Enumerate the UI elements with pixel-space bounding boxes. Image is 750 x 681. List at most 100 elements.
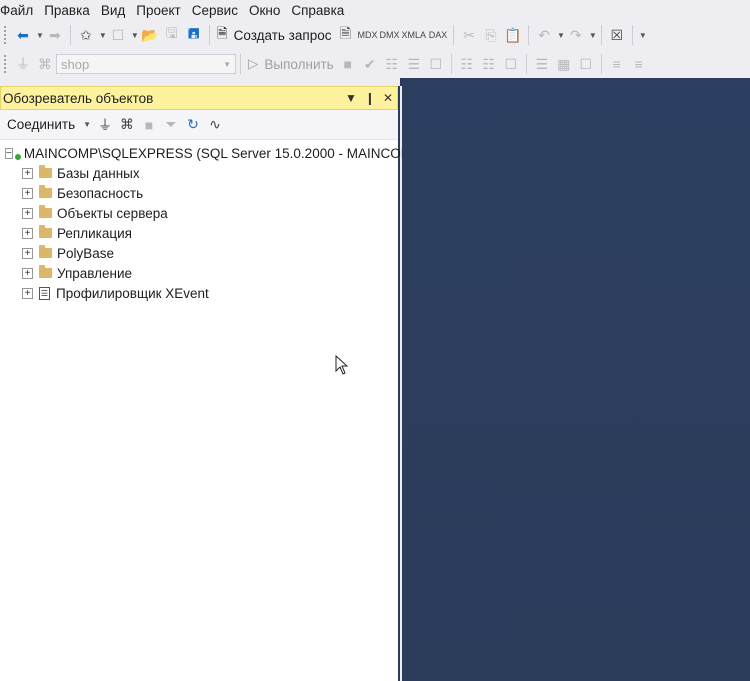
tree-item-server-objects[interactable]: + Объекты сервера [0,203,398,223]
expand-icon[interactable]: + [22,227,33,239]
dmx-query-icon[interactable]: DMX [379,24,399,46]
menu-edit[interactable]: Правка [44,3,99,18]
mouse-cursor-icon [335,355,349,375]
undo-icon[interactable]: ↶ [534,24,554,46]
menu-project[interactable]: Проект [136,3,189,18]
refresh-icon[interactable]: ↻ [183,114,203,136]
paste-icon[interactable]: 📋 [503,24,523,46]
tree-item-xevent-profiler[interactable]: + ☰ Профилировщик XEvent [0,283,398,303]
menu-bar: Файл Правка Вид Проект Сервис Окно Справ… [0,0,750,21]
copy-icon[interactable]: ⎘ [481,24,501,46]
menu-view[interactable]: Вид [101,3,134,18]
query-options-icon[interactable]: ☰ [404,53,424,75]
disconnect-icon[interactable]: ⌘ [117,114,137,136]
results-to-grid-icon[interactable]: ▦ [554,53,574,75]
stop-icon[interactable]: ■ [139,114,159,136]
menu-help[interactable]: Справка [291,3,353,18]
uncomment-icon[interactable]: ≡ [629,53,649,75]
server-node-label: MAINCOMP\SQLEXPRESS (SQL Server 15.0.200… [23,145,412,161]
toolbar-grip[interactable] [3,54,8,74]
folder-icon [39,165,52,178]
tree-item-security[interactable]: + Безопасность [0,183,398,203]
window-position-dropdown-icon[interactable]: ▼ [345,91,357,105]
connect-button[interactable]: Соединить ▼ [4,114,94,136]
mdx-query-icon[interactable]: MDX [357,24,377,46]
connect-plug-icon[interactable]: ⏚ [13,53,33,75]
tree-item-replication[interactable]: + Репликация [0,223,398,243]
expand-icon[interactable]: + [22,267,33,279]
collapse-icon[interactable]: − [5,147,13,159]
connect-plug-icon[interactable]: ⏚ [95,114,115,136]
toolbar-separator [69,25,71,45]
database-combo[interactable]: shop ▼ [56,54,236,74]
database-engine-query-icon[interactable]: 🗎 [335,24,355,46]
menu-tools[interactable]: Сервис [192,3,247,18]
object-explorer-panel: Обозреватель объектов ▼ ❙ ✕ Соединить ▼ … [0,86,412,681]
client-stats-icon[interactable]: ☐ [501,53,521,75]
object-explorer-title-bar[interactable]: Обозреватель объектов ▼ ❙ ✕ [0,86,398,110]
toolbar-grip[interactable] [3,25,8,45]
xmla-query-icon[interactable]: XMLA [401,24,426,46]
toolbar-separator [452,25,454,45]
expand-icon[interactable]: + [22,207,33,219]
close-icon[interactable]: ✕ [383,91,393,105]
dax-query-icon[interactable]: DAX [428,24,448,46]
tree-server-node[interactable]: − MAINCOMP\SQLEXPRESS (SQL Server 15.0.2… [0,143,412,163]
pin-icon[interactable]: ❙ [365,91,375,105]
database-combo-value: shop [61,56,90,72]
actual-plan-icon[interactable]: ☷ [457,53,477,75]
new-project-icon[interactable]: ✩ [76,24,96,46]
toolbar-separator [208,25,210,45]
save-all-icon[interactable]: 🖪 [184,24,204,46]
back-dropdown-icon[interactable]: ▼ [36,31,44,40]
save-icon[interactable]: 🖫 [162,24,182,46]
toolbar-separator [600,25,602,45]
tree-item-polybase[interactable]: + PolyBase [0,243,398,263]
new-project-dropdown-icon[interactable]: ▼ [99,31,107,40]
results-to-text-icon[interactable]: ☰ [532,53,552,75]
expand-icon[interactable]: + [22,187,33,199]
menu-file[interactable]: Файл [0,3,42,18]
new-query-icon: 🗎 [216,25,228,41]
activity-monitor-icon[interactable]: ∿ [205,114,225,136]
execute-button[interactable]: ▷ Выполнить [245,53,337,75]
object-explorer-title: Обозреватель объектов [3,90,154,106]
results-to-file-icon[interactable]: ☐ [576,53,596,75]
toolbar-separator [527,25,529,45]
estimated-plan-icon[interactable]: ☷ [382,53,402,75]
expand-icon[interactable]: + [22,167,33,179]
activity-monitor-icon[interactable]: ☒ [607,24,627,46]
filter-icon[interactable]: ⏷ [161,114,181,136]
change-connection-icon[interactable]: ⌘ [35,53,55,75]
toolbar-separator [600,54,602,74]
tree-item-label: Базы данных [57,165,140,181]
execute-icon: ▷ [248,56,259,71]
intellisense-icon[interactable]: ☐ [426,53,446,75]
standard-toolbar: ⬅ ▼ ➡ ✩ ▼ ☐ ▼ 📂 🖫 🖪 🗎 Создать запрос 🗎 M… [0,21,750,49]
tree-item-label: Управление [57,265,133,281]
sql-editor-toolbar: ⏚ ⌘ shop ▼ ▷ Выполнить ■ ✔ ☷ ☰ ☐ ☷ ☷ ☐ ☰… [0,50,750,78]
new-item-icon[interactable]: ☐ [108,24,128,46]
redo-dropdown-icon[interactable]: ▼ [589,31,597,40]
live-stats-icon[interactable]: ☷ [479,53,499,75]
new-query-button[interactable]: 🗎 Создать запрос [214,24,335,46]
undo-dropdown-icon[interactable]: ▼ [557,31,565,40]
stop-icon[interactable]: ■ [338,53,358,75]
tree-item-label: Безопасность [57,185,144,201]
redo-icon[interactable]: ↷ [566,24,586,46]
back-icon[interactable]: ⬅ [13,24,33,46]
comment-icon[interactable]: ≡ [607,53,627,75]
cut-icon[interactable]: ✂ [459,24,479,46]
parse-icon[interactable]: ✔ [360,53,380,75]
open-file-icon[interactable]: 📂 [140,24,160,46]
toolbar-overflow-icon[interactable]: ▼ [639,31,647,40]
tree-item-management[interactable]: + Управление [0,263,398,283]
new-item-dropdown-icon[interactable]: ▼ [131,31,139,40]
menu-window[interactable]: Окно [249,3,289,18]
forward-icon[interactable]: ➡ [45,24,65,46]
tree-item-databases[interactable]: + Базы данных [0,163,398,183]
new-query-label: Создать запрос [233,27,332,43]
expand-icon[interactable]: + [22,287,33,299]
expand-icon[interactable]: + [22,247,33,259]
tree-item-label: Объекты сервера [57,205,168,221]
